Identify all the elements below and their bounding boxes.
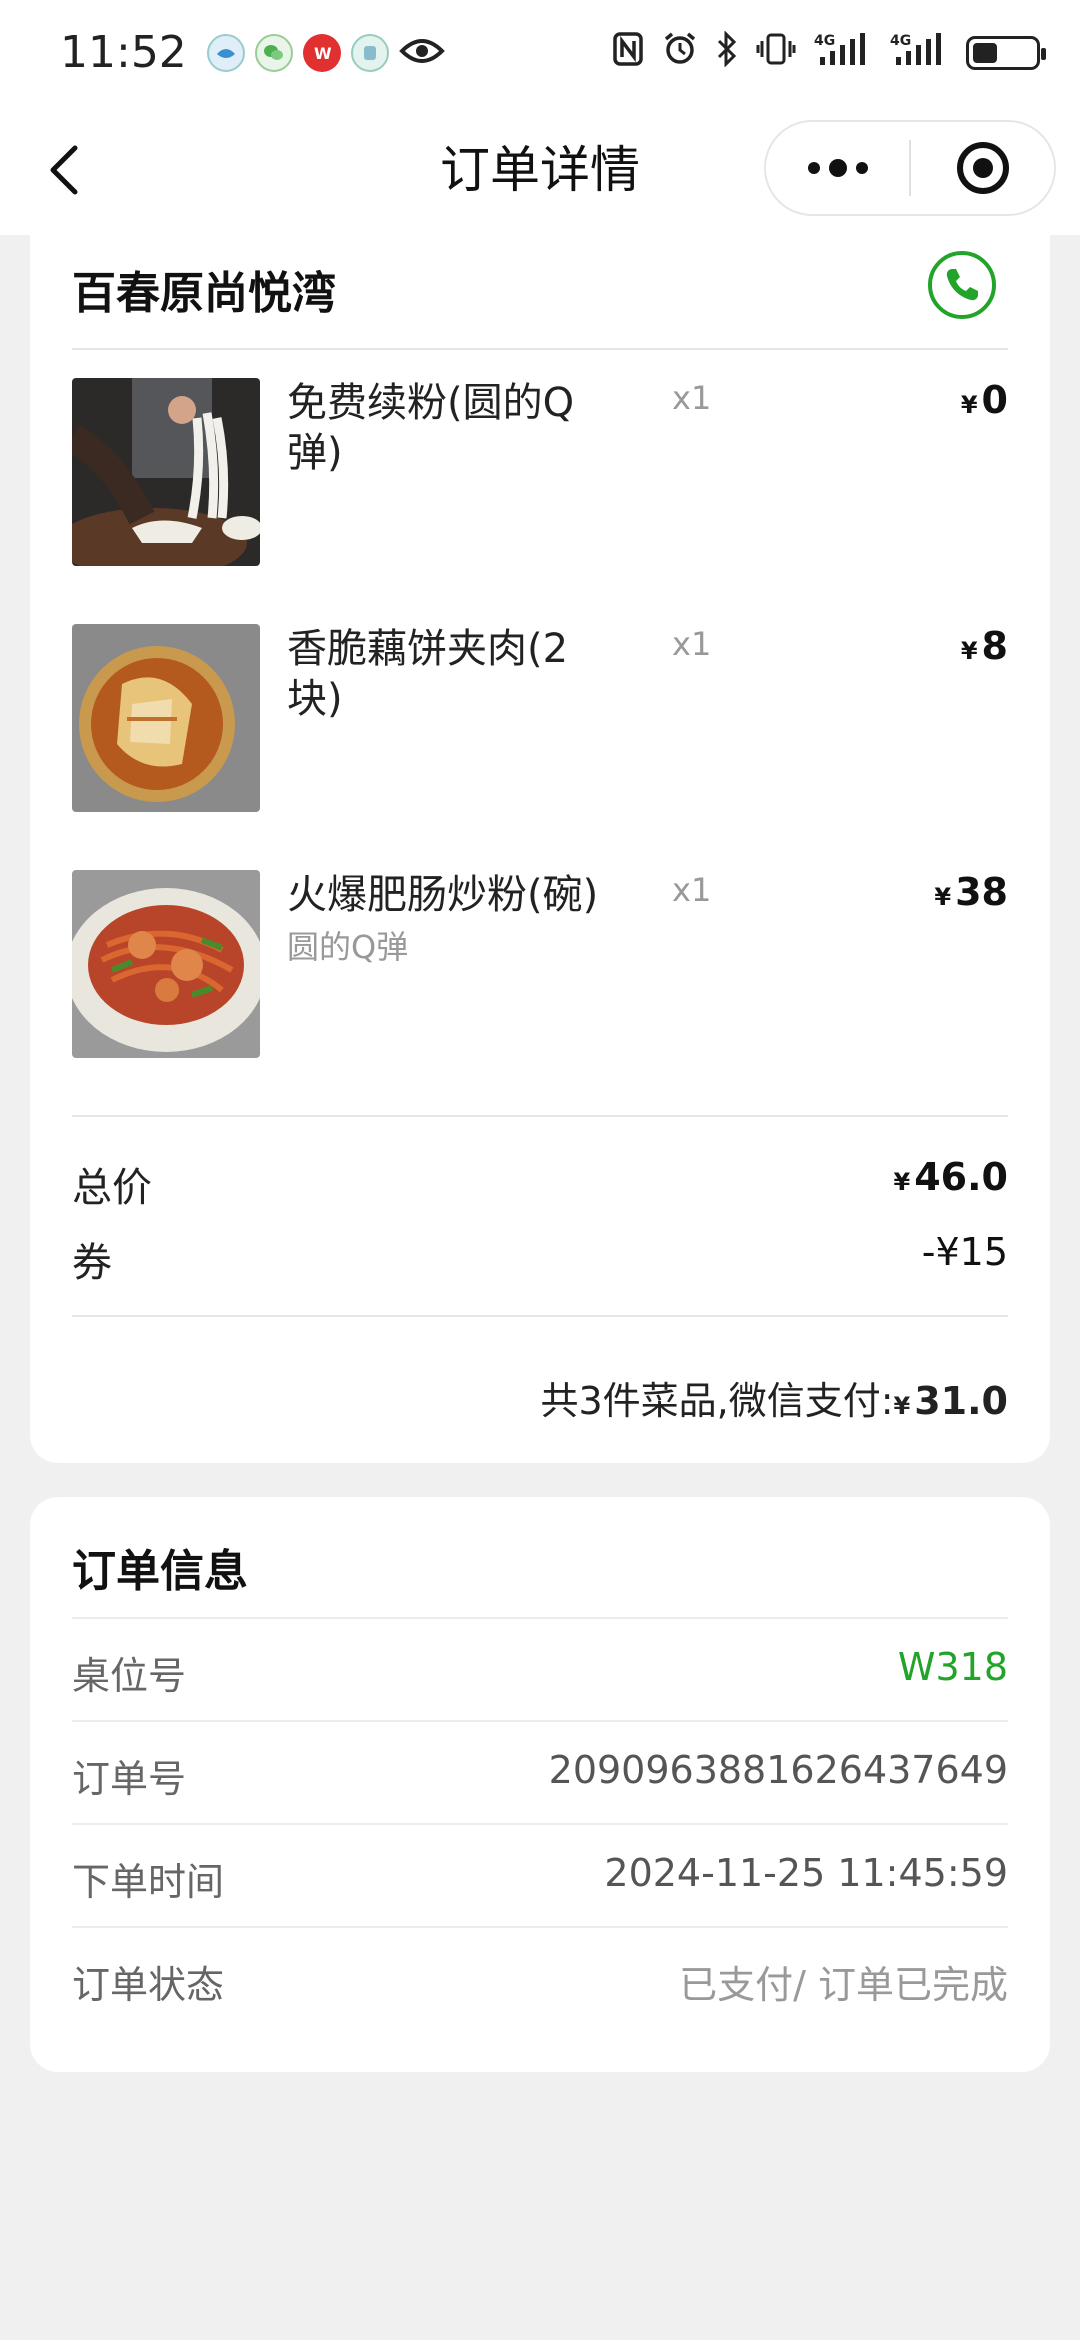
currency-symbol: ¥: [934, 883, 952, 911]
dish-image: [72, 378, 260, 566]
order-info-card: 订单信息 桌位号 W318 订单号 2090963881626437649 下单…: [30, 1497, 1050, 2072]
payment-text: 共3件菜品,微信支付:: [540, 1379, 894, 1423]
svg-text:4G: 4G: [814, 33, 835, 49]
svg-text:W: W: [314, 44, 332, 63]
divider: [72, 1315, 1008, 1317]
target-icon: [956, 142, 1009, 194]
signal-4g-icon: 4G: [890, 31, 948, 75]
close-mini-program-button[interactable]: [911, 122, 1054, 214]
vibrate-icon: [756, 31, 796, 75]
weibo-icon: W: [302, 33, 341, 72]
dish-quantity: x1: [672, 871, 712, 909]
status-time: 11:52: [60, 27, 187, 78]
total-value: ¥46.0: [894, 1155, 1008, 1199]
coupon-label: 券: [72, 1240, 112, 1286]
dish-name: 免费续粉(圆的Q弹): [287, 380, 575, 476]
total-row: 总价 ¥46.0: [72, 1155, 1008, 1215]
dish-spec: 圆的Q弹: [287, 928, 409, 966]
eye-icon: [398, 36, 445, 70]
payment-summary: 共3件菜品,微信支付:¥ 31.0: [540, 1370, 1008, 1425]
bluetooth-icon: [716, 29, 738, 75]
app-icon: [350, 33, 389, 72]
currency-symbol: ¥: [960, 391, 978, 419]
dish-price-value: 38: [955, 870, 1008, 914]
dish-image: [72, 870, 260, 1058]
nav-bar: 订单详情: [0, 105, 1080, 235]
status-bar: 11:52 W 4G 4G: [0, 0, 1080, 105]
total-amount: 46.0: [914, 1155, 1008, 1199]
dish-image: [72, 624, 260, 812]
order-number-label: 订单号: [72, 1757, 187, 1801]
more-dot-icon: [855, 162, 868, 174]
more-dot-icon: [828, 159, 847, 177]
order-card: 百春原尚悦湾 免费续粉(圆的Q弹) x1 ¥0 香脆藕饼夹肉(2块) x1 ¥ …: [30, 235, 1050, 1463]
mini-program-capsule: [764, 120, 1056, 216]
system-icons: 4G 4G: [612, 29, 1046, 75]
alarm-icon: [662, 31, 698, 75]
order-status-label: 订单状态: [72, 1963, 225, 2007]
currency-symbol: ¥: [893, 1168, 911, 1196]
dish-price: ¥8: [961, 624, 1008, 673]
dish-item[interactable]: 香脆藕饼夹肉(2块) x1 ¥8: [72, 624, 1008, 814]
order-time-row: 下单时间 2024-11-25 11:45:59: [72, 1823, 1008, 1926]
more-button[interactable]: [766, 122, 909, 214]
dish-price-value: 0: [981, 378, 1008, 422]
battery-icon: [966, 35, 1046, 70]
order-number-row: 订单号 2090963881626437649: [72, 1720, 1008, 1823]
dish-name: 香脆藕饼夹肉(2块): [287, 626, 569, 722]
currency-symbol: ¥: [960, 637, 978, 665]
coupon-row: 券 -¥15: [72, 1230, 1008, 1290]
wechat-icon: [254, 33, 293, 72]
table-number-value: W318: [897, 1645, 1008, 1689]
notification-icons: W: [206, 33, 445, 72]
order-status-row: 订单状态 已支付/ 订单已完成: [72, 1926, 1008, 2029]
order-info-title: 订单信息: [72, 1546, 248, 1597]
currency-symbol: ¥: [893, 1392, 911, 1420]
shop-header: 百春原尚悦湾: [72, 235, 1008, 350]
payment-amount: 31.0: [914, 1379, 1008, 1423]
signal-4g-icon: 4G: [814, 31, 872, 75]
total-label: 总价: [72, 1165, 152, 1211]
order-number-value: 2090963881626437649: [548, 1748, 1008, 1792]
svg-text:4G: 4G: [890, 33, 911, 49]
divider: [72, 1115, 1008, 1117]
shop-name: 百春原尚悦湾: [72, 268, 336, 319]
call-shop-button[interactable]: [928, 251, 996, 319]
dish-item[interactable]: 免费续粉(圆的Q弹) x1 ¥0: [72, 378, 1008, 568]
order-status-value: 已支付/ 订单已完成: [679, 1963, 1008, 2007]
dish-price: ¥0: [961, 378, 1008, 427]
dish-quantity: x1: [672, 625, 712, 663]
table-number-row: 桌位号 W318: [72, 1617, 1008, 1720]
nfc-icon: [612, 31, 644, 75]
coupon-value: -¥15: [921, 1230, 1008, 1274]
dish-quantity: x1: [672, 379, 712, 417]
dish-item[interactable]: 火爆肥肠炒粉(碗) 圆的Q弹 x1 ¥38: [72, 870, 1008, 1060]
dish-name: 火爆肥肠炒粉(碗): [287, 872, 599, 918]
order-time-value: 2024-11-25 11:45:59: [604, 1851, 1008, 1895]
table-number-label: 桌位号: [72, 1654, 187, 1698]
phone-icon: [946, 269, 978, 301]
dish-price-value: 8: [981, 624, 1008, 668]
app-notification-icon: [206, 33, 245, 72]
dish-price: ¥38: [934, 870, 1008, 919]
order-time-label: 下单时间: [72, 1860, 225, 1904]
more-dot-icon: [807, 162, 820, 174]
